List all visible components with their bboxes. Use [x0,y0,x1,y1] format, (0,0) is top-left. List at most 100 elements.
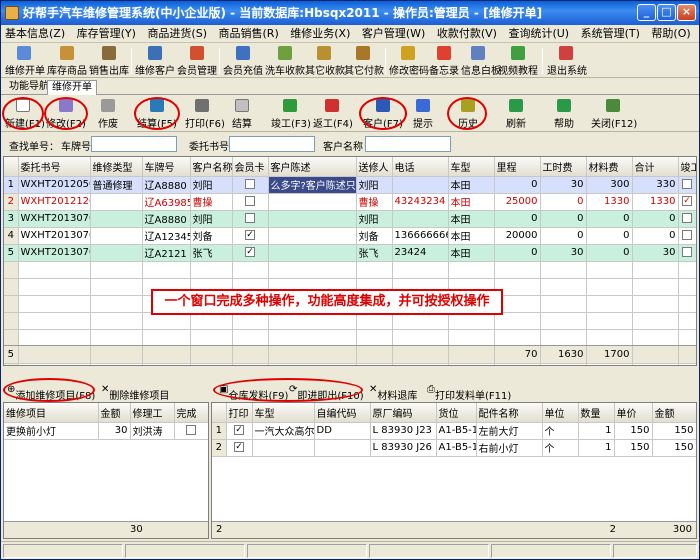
door-exit-icon [606,99,620,112]
tab-function-nav[interactable]: 功能导航 [5,80,53,95]
nav-tabs: 功能导航 维修开单 [1,79,699,95]
info-board-button[interactable]: 信息白板 [461,46,501,77]
carwash-button[interactable]: 洗车收款 [265,46,305,77]
rework-button[interactable]: 返工(F4) [313,98,353,130]
items-toolbar: ⊕ 添加维修项目(F8) ✕ 删除维修项目 [3,378,209,402]
complete-button[interactable]: 竣工(F3) [271,98,311,130]
pin-icon [437,46,451,60]
highlight-ring-issue [213,378,363,402]
menu-basic-info[interactable]: 基本信息(Z) [1,25,69,43]
footer-material: 1630 [540,346,587,364]
maximize-button[interactable]: □ [657,4,676,21]
other-payment-button[interactable]: 其它付款 [344,46,384,77]
checkbox[interactable]: ✓ [234,425,244,435]
settle-plain-button[interactable]: 结算 [227,98,257,130]
checkbox[interactable]: ✓ [245,247,255,257]
checkbox[interactable] [682,213,692,223]
title-bar[interactable]: 好帮手汽车维修管理系统(中小企业版) - 当前数据库:Hbsqx2011 - 操… [1,1,699,25]
refresh-icon [509,99,523,112]
repair-client-button[interactable]: 维修客户 [135,46,175,77]
cart-icon [102,46,116,60]
client-label: 客户名称 [323,142,363,153]
members-icon [190,46,204,60]
checkbox[interactable]: ✓ [234,442,244,452]
money-bag-icon [317,46,331,60]
table-row[interactable]: 5WXHT2013070005辽A2121张飞✓张飞23424本田030030 [4,244,696,262]
table-row[interactable]: 3WXHT2013070003辽A8880刘阳刘阳本田0000 [4,210,696,228]
plate-search-input[interactable] [91,136,177,152]
bookno-label: 委托书号 [189,142,229,153]
table-row[interactable]: 2✓L 83930 J26A1-B5-13右前小灯个1150150 [212,439,696,457]
plate-label: 车牌号 [61,142,91,153]
exit-system-button[interactable]: 退出系统 [547,46,587,77]
other-income-button[interactable]: 其它收款 [305,46,345,77]
table-row[interactable]: 4WXHT2013070004辽A12345刘备✓刘备1366666666本田2… [4,227,696,245]
stock-goods-button[interactable]: 库存商品 [47,46,87,77]
memo-button[interactable]: 备忘录 [429,46,459,77]
find-label: 查找单号： [9,142,59,153]
highlight-ring-history [447,97,487,130]
printer-icon [195,99,209,112]
window-title: 好帮手汽车维修管理系统(中小企业版) - 当前数据库:Hbsqx2011 - 操… [23,6,543,20]
help-button[interactable]: 帮助 [549,98,579,130]
card-icon [236,46,250,60]
checkbox[interactable]: ✓ [682,196,692,206]
table-row[interactable]: 1✓一汽大众高尔夫DDL 83930 J23A1-B5-12左前大灯个11501… [212,422,696,440]
client-search-input[interactable] [365,136,451,152]
menu-stats[interactable]: 查询统计(U) [504,25,573,43]
void-button[interactable]: 作废 [93,98,123,130]
video-tutorial-button[interactable]: 视频教程 [498,46,538,77]
complete-icon [283,99,297,112]
checkbox[interactable] [682,247,692,257]
menu-payment[interactable]: 收款付款(V) [433,25,501,43]
status-bar [1,541,699,559]
menu-sales[interactable]: 商品销售(R) [215,25,283,43]
checkbox[interactable]: ✓ [245,230,255,240]
menu-repair[interactable]: 维修业务(X) [286,25,354,43]
box-icon [60,46,74,60]
hint-button[interactable]: 提示 [411,98,435,130]
checkbox[interactable] [245,196,255,206]
parts-footer: 2 2 300 [212,521,696,538]
user-icon [148,46,162,60]
checkbox[interactable] [245,179,255,189]
footer-labor: 70 [494,346,541,364]
menu-system[interactable]: 系统管理(T) [577,25,644,43]
close-window-button[interactable]: × [677,4,696,21]
highlight-ring-edit [44,97,88,130]
menu-purchase[interactable]: 商品进货(S) [143,25,211,43]
refresh-button[interactable]: 刷新 [501,98,531,130]
sales-out-button[interactable]: 销售出库 [89,46,129,77]
menu-help[interactable]: 帮助(O) [647,25,694,43]
list-item[interactable]: 更换前小灯 30 刘洪涛 [4,422,208,440]
menu-customer[interactable]: 客户管理(W) [358,25,429,43]
close-button[interactable]: 关闭(F12) [591,98,637,130]
material-return-button[interactable]: ✕ 材料退库 [369,384,417,402]
table-row[interactable]: 1WXHT2012050004普通修理辽A8880刘阳么多字?客户陈述只能刘阳本… [4,176,696,194]
main-toolbar: 维修开单 库存商品 销售出库 维修客户 会员管理 会员充值 洗车收款 其它收款 … [1,44,699,78]
checkbox[interactable] [186,425,196,435]
bookno-search-input[interactable] [229,136,315,152]
board-icon [471,46,485,60]
footer-count: 5 [4,346,19,364]
table-row[interactable]: 2WXHT2012120001辽A63985曹操曹操43243234本田2500… [4,193,696,211]
main-table-header: 委托书号 维修类型 车牌号 客户名称 会员卡 客户陈述 送修人 电话 车型 里程 工时费 材料费 合计竣… [4,157,696,177]
member-topup-button[interactable]: 会员充值 [223,46,263,77]
menu-inventory[interactable]: 库存管理(Y) [73,25,140,43]
search-bar: 查找单号： 车牌号 委托书号 客户名称 [1,133,699,155]
repair-order-button[interactable]: 维修开单 [5,46,45,77]
app-logo-icon [5,6,19,20]
minimize-button[interactable]: _ [637,4,656,21]
tab-repair-order[interactable]: 维修开单 [47,80,97,95]
checkbox[interactable] [682,230,692,240]
print-button[interactable]: 打印(F6) [185,98,225,130]
highlight-ring-add-item [3,378,95,402]
checkbox[interactable] [682,179,692,189]
print-issue-button[interactable]: ⎙ 打印发料单(F11) [427,384,511,402]
checkbox[interactable] [245,213,255,223]
parts-toolbar: ▣ 仓库发料(F9) ⟳ 即进即出(F10) ✕ 材料退库 ⎙ 打印发料单(F1… [211,378,699,402]
change-password-button[interactable]: 修改密码 [389,46,429,77]
delete-item-button[interactable]: ✕ 删除维修项目 [101,384,169,402]
operation-toolbar: 新建(F1) 修改(F2) 作废 结算(F5) 打印(F6) 结算 竣工(F3)… [1,96,699,132]
member-mgmt-button[interactable]: 会员管理 [177,46,217,77]
